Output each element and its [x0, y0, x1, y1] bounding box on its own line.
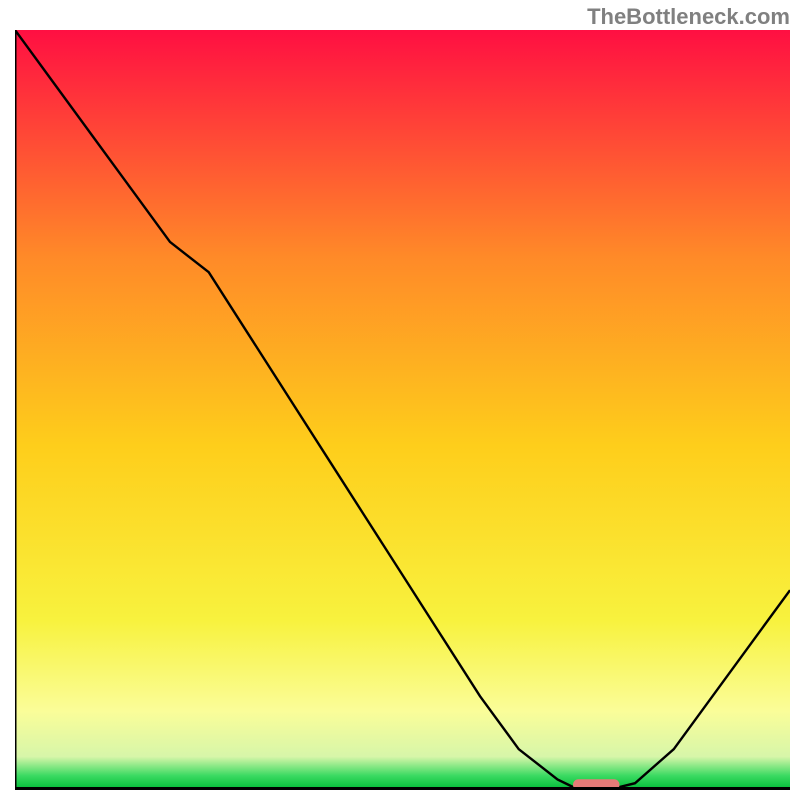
plot-area	[15, 30, 790, 790]
chart-container: TheBottleneck.com	[0, 0, 800, 800]
chart-svg	[15, 30, 790, 790]
watermark-label: TheBottleneck.com	[587, 4, 790, 30]
gradient-background	[15, 30, 790, 787]
